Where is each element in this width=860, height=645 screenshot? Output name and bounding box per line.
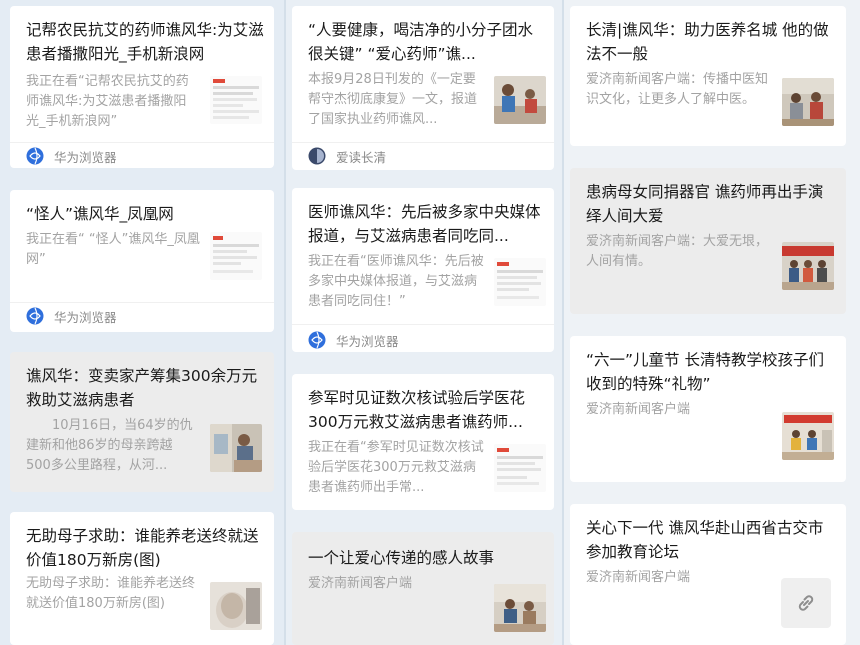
card-snippet: 我正在看“ “怪人”谯风华_凤凰网” <box>26 232 200 267</box>
divider <box>10 302 274 303</box>
news-card[interactable]: 无助母子求助：谁能养老送终就送价值180万新房(图) 无助母子求助：谁能养老送终… <box>10 512 274 645</box>
card-snippet: 爱济南新闻客户端：传播中医知识文化，让更多人了解中医。 <box>586 72 769 107</box>
source-name: 爱读长清 <box>336 149 387 165</box>
source-name: 华为浏览器 <box>336 333 399 349</box>
divider <box>10 142 274 143</box>
card-source[interactable]: 爱读长清 <box>308 144 386 168</box>
photo-thumbnail <box>494 76 546 124</box>
news-card[interactable]: 记帮农民抗艾的药师谯风华:为艾滋患者播撒阳光_手机新浪网 我正在看“记帮农民抗艾… <box>10 6 274 168</box>
photo-thumbnail <box>782 242 834 290</box>
card-snippet: 我正在看“记帮农民抗艾的药师谯风华:为艾滋患者播撒阳光_手机新浪网” <box>26 74 189 129</box>
news-page-thumbnail <box>494 444 546 492</box>
card-source[interactable]: 华为浏览器 <box>26 144 117 168</box>
card-title: “六一”儿童节 长清特教学校孩子们收到的特殊“礼物” <box>586 351 824 393</box>
card-source[interactable]: 华为浏览器 <box>26 304 117 328</box>
photo-thumbnail <box>210 582 262 630</box>
news-card[interactable]: 患病母女同捐器官 谯药师再出手演绎人间大爱 爱济南新闻客户端：大爱无垠，人间有情… <box>570 168 846 314</box>
photo-thumbnail <box>782 412 834 460</box>
card-snippet: 爱济南新闻客户端 <box>586 570 691 585</box>
card-snippet: 爱济南新闻客户端 <box>308 576 413 591</box>
news-card[interactable]: 长清|谯风华：助力医养名城 他的做法不一般 爱济南新闻客户端：传播中医知识文化，… <box>570 6 846 146</box>
source-name: 华为浏览器 <box>54 149 117 165</box>
photo-thumbnail <box>782 78 834 126</box>
card-title: “人要健康，喝洁净的小分子团水很关键” “爱心药师”谯... <box>308 21 534 63</box>
card-snippet: 爱济南新闻客户端 <box>586 402 691 417</box>
card-snippet: 爱济南新闻客户端：大爱无垠，人间有情。 <box>586 234 769 269</box>
photo-thumbnail <box>210 424 262 472</box>
globe-icon <box>26 147 44 165</box>
globe-icon <box>308 331 326 349</box>
news-page-thumbnail <box>210 76 262 124</box>
card-source[interactable]: 华为浏览器 <box>308 328 399 352</box>
news-card[interactable]: “怪人”谯风华_凤凰网 我正在看“ “怪人”谯风华_凤凰网” 华为浏览器 <box>10 190 274 332</box>
card-title: 关心下一代 谯风华赴山西省古交市参加教育论坛 <box>586 519 824 561</box>
card-snippet: 10月16日，当64岁的仇建新和他86岁的母亲跨越500多公里路程，从河... <box>26 418 193 473</box>
card-snippet: 本报9月28日刊发的《一定要帮守杰彻底康复》一文，报道了国家执业药师谯风... <box>308 72 478 127</box>
card-title: 医师谯风华：先后被多家中央媒体报道，与艾滋病患者同吃同... <box>308 203 541 245</box>
card-title: 一个让爱心传递的感人故事 <box>308 549 495 567</box>
feed-columns: 记帮农民抗艾的药师谯风华:为艾滋患者播撒阳光_手机新浪网 我正在看“记帮农民抗艾… <box>0 0 860 645</box>
card-title: 参军时见证数次核试验后学医花300万元救艾滋病患者谯药师... <box>308 389 526 431</box>
card-title: 无助母子求助：谁能养老送终就送价值180万新房(图) <box>26 527 259 569</box>
feed-column-2: “人要健康，喝洁净的小分子团水很关键” “爱心药师”谯... 本报9月28日刊发… <box>284 0 562 645</box>
globe-icon <box>26 307 44 325</box>
feed-column-1: 记帮农民抗艾的药师谯风华:为艾滋患者播撒阳光_手机新浪网 我正在看“记帮农民抗艾… <box>0 0 284 645</box>
link-button[interactable] <box>781 578 831 628</box>
card-title: 患病母女同捐器官 谯药师再出手演绎人间大爱 <box>586 183 824 225</box>
card-title: 记帮农民抗艾的药师谯风华:为艾滋患者播撒阳光_手机新浪网 <box>26 21 264 63</box>
feed-column-3: 长清|谯风华：助力医养名城 他的做法不一般 爱济南新闻客户端：传播中医知识文化，… <box>562 0 860 645</box>
card-snippet: 无助母子求助：谁能养老送终 就送价值180万新房(图) <box>26 576 196 611</box>
link-icon <box>798 595 814 611</box>
news-card[interactable]: “六一”儿童节 长清特教学校孩子们收到的特殊“礼物” 爱济南新闻客户端 <box>570 336 846 482</box>
news-card[interactable]: 一个让爱心传递的感人故事 爱济南新闻客户端 <box>292 532 554 645</box>
news-card[interactable]: 关心下一代 谯风华赴山西省古交市参加教育论坛 爱济南新闻客户端 <box>570 504 846 645</box>
card-title: “怪人”谯风华_凤凰网 <box>26 205 174 223</box>
news-card[interactable]: “人要健康，喝洁净的小分子团水很关键” “爱心药师”谯... 本报9月28日刊发… <box>292 6 554 170</box>
card-snippet: 我正在看“参军时见证数次核试验后学医花300万元救艾滋病患者谯药师出手常... <box>308 440 484 495</box>
news-page-thumbnail <box>494 258 546 306</box>
photo-thumbnail <box>494 584 546 632</box>
source-name: 华为浏览器 <box>54 309 117 325</box>
divider <box>292 324 554 325</box>
card-title: 长清|谯风华：助力医养名城 他的做法不一般 <box>586 21 829 63</box>
news-card[interactable]: 医师谯风华：先后被多家中央媒体报道，与艾滋病患者同吃同... 我正在看“医师谯风… <box>292 188 554 352</box>
news-page-thumbnail <box>210 232 262 280</box>
news-card[interactable]: 参军时见证数次核试验后学医花300万元救艾滋病患者谯药师... 我正在看“参军时… <box>292 374 554 510</box>
card-snippet: 我正在看“医师谯风华：先后被多家中央媒体报道，与艾滋病患者同吃同住！” <box>308 254 484 309</box>
card-title: 谯风华：变卖家产筹集300余万元救助艾滋病患者 <box>26 367 258 409</box>
news-card[interactable]: 谯风华：变卖家产筹集300余万元救助艾滋病患者 10月16日，当64岁的仇建新和… <box>10 352 274 492</box>
app-avatar-icon <box>308 147 326 165</box>
divider <box>292 142 554 143</box>
